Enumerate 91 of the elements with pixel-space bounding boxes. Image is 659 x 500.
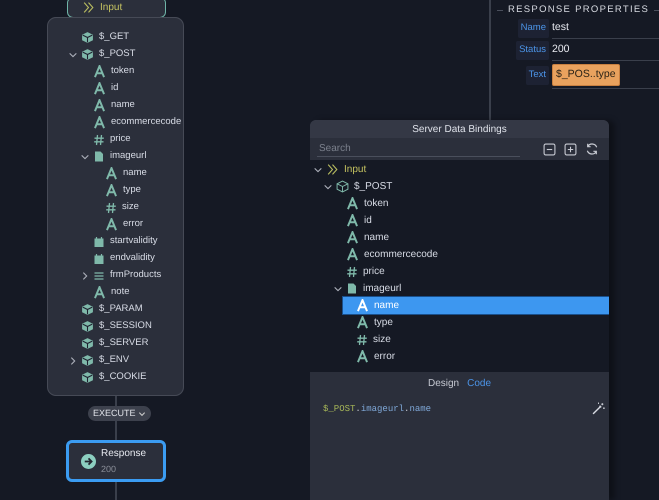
hash-icon xyxy=(93,134,105,146)
magic-wand-icon[interactable] xyxy=(592,402,605,415)
cube-icon xyxy=(81,337,94,350)
tree-item[interactable]: id xyxy=(333,212,609,229)
tree-item[interactable]: endvalidity xyxy=(80,250,183,267)
cube-icon xyxy=(81,31,94,44)
tree-item[interactable]: $_POST xyxy=(68,46,183,63)
arrow-circle-icon xyxy=(81,454,96,468)
tree-item[interactable]: name xyxy=(92,165,183,182)
text-type-icon xyxy=(93,286,106,299)
chevron-right-icon[interactable] xyxy=(68,356,78,366)
text-type-icon xyxy=(356,350,369,363)
text-type-icon xyxy=(105,167,118,180)
tree-item[interactable]: imageurl xyxy=(333,280,609,297)
tree-item[interactable]: $_COOKIE xyxy=(68,369,183,386)
file-icon xyxy=(346,282,358,295)
calendar-icon xyxy=(93,252,105,264)
tree-item[interactable]: error xyxy=(343,348,609,365)
search-field[interactable]: Search xyxy=(317,142,520,156)
field-value[interactable]: test xyxy=(552,20,569,36)
refresh-icon[interactable] xyxy=(585,142,599,156)
status-code: 200 xyxy=(101,462,118,476)
cube-icon xyxy=(81,371,94,384)
chevron-right-icon[interactable] xyxy=(80,270,90,280)
tree-item[interactable]: ecommercecode xyxy=(333,246,609,263)
tree-item[interactable]: error xyxy=(92,216,183,233)
text-type-icon xyxy=(346,231,359,244)
text-type-icon xyxy=(346,197,359,210)
cube-icon xyxy=(81,303,94,316)
input-node[interactable]: Input xyxy=(67,0,166,18)
text-type-icon xyxy=(93,116,106,129)
text-type-icon xyxy=(346,214,359,227)
tree-item[interactable]: imageurl xyxy=(80,148,183,165)
tree-item[interactable]: $_SERVER xyxy=(68,335,183,352)
tree-item[interactable]: $_ENV xyxy=(68,352,183,369)
tree-item[interactable]: size xyxy=(343,331,609,348)
tree-item[interactable]: token xyxy=(80,63,183,80)
tree-item[interactable]: size xyxy=(92,199,183,216)
tree-item[interactable]: startvalidity xyxy=(80,233,183,250)
tree-item[interactable]: price xyxy=(333,263,609,280)
tree-item[interactable]: ecommercecode xyxy=(80,114,183,131)
tab[interactable]: Code xyxy=(467,376,492,390)
tree-item[interactable]: Input xyxy=(313,161,609,178)
double-chevron-icon xyxy=(82,1,95,14)
text-type-icon xyxy=(105,218,118,231)
text-type-icon xyxy=(93,65,106,78)
response-title: Response xyxy=(101,446,146,461)
tree-item[interactable]: $_SESSION xyxy=(68,318,183,335)
calendar-icon xyxy=(93,236,105,248)
cube-icon xyxy=(81,48,94,61)
collapse-all-icon[interactable] xyxy=(543,142,556,156)
tree-item[interactable]: price xyxy=(80,131,183,148)
file-icon xyxy=(93,150,105,163)
tree-item[interactable]: name xyxy=(80,97,183,114)
execute-button[interactable]: EXECUTE xyxy=(88,406,152,421)
field-label: Name xyxy=(518,19,549,38)
text-type-icon xyxy=(356,299,369,312)
code-line: $_POST.imageurl.name xyxy=(322,403,432,416)
binding-chip[interactable]: $_POS..type xyxy=(552,64,620,86)
hash-icon xyxy=(346,266,358,278)
text-type-icon xyxy=(93,82,106,95)
dialog-title: Server Data Bindings xyxy=(310,120,609,138)
field-label: Status xyxy=(516,41,549,60)
hash-icon xyxy=(356,334,368,346)
hash-icon xyxy=(105,202,117,214)
tree-item[interactable]: name xyxy=(333,229,609,246)
text-type-icon xyxy=(356,316,369,329)
tab[interactable]: Design xyxy=(428,376,460,390)
panel-heading: RESPONSE PROPERTIES xyxy=(508,3,650,17)
text-type-icon xyxy=(93,99,106,112)
tree-item[interactable]: id xyxy=(80,80,183,97)
tree-item[interactable]: $_PARAM xyxy=(68,301,183,318)
expand-all-icon[interactable] xyxy=(564,142,577,156)
tree-item[interactable]: $_POST xyxy=(323,178,609,195)
caret-icon xyxy=(138,410,146,418)
field-value[interactable]: 200 xyxy=(552,42,570,58)
cube-icon xyxy=(81,354,94,367)
text-type-icon xyxy=(105,184,118,197)
text-type-icon xyxy=(346,248,359,261)
list-icon xyxy=(93,270,105,282)
tree-item[interactable]: $_GET xyxy=(68,29,183,46)
tree-item[interactable]: frmProducts xyxy=(80,267,183,284)
tree-item[interactable]: note xyxy=(80,284,183,301)
double-chevron-icon xyxy=(326,163,339,176)
tree-item[interactable]: type xyxy=(92,182,183,199)
field-label: Text xyxy=(526,66,549,85)
tree-item[interactable]: type xyxy=(343,314,609,331)
cube-icon xyxy=(81,320,94,333)
tree-item[interactable]: token xyxy=(333,195,609,212)
response-node[interactable]: Response 200 xyxy=(66,440,166,482)
cube-icon xyxy=(336,180,349,193)
